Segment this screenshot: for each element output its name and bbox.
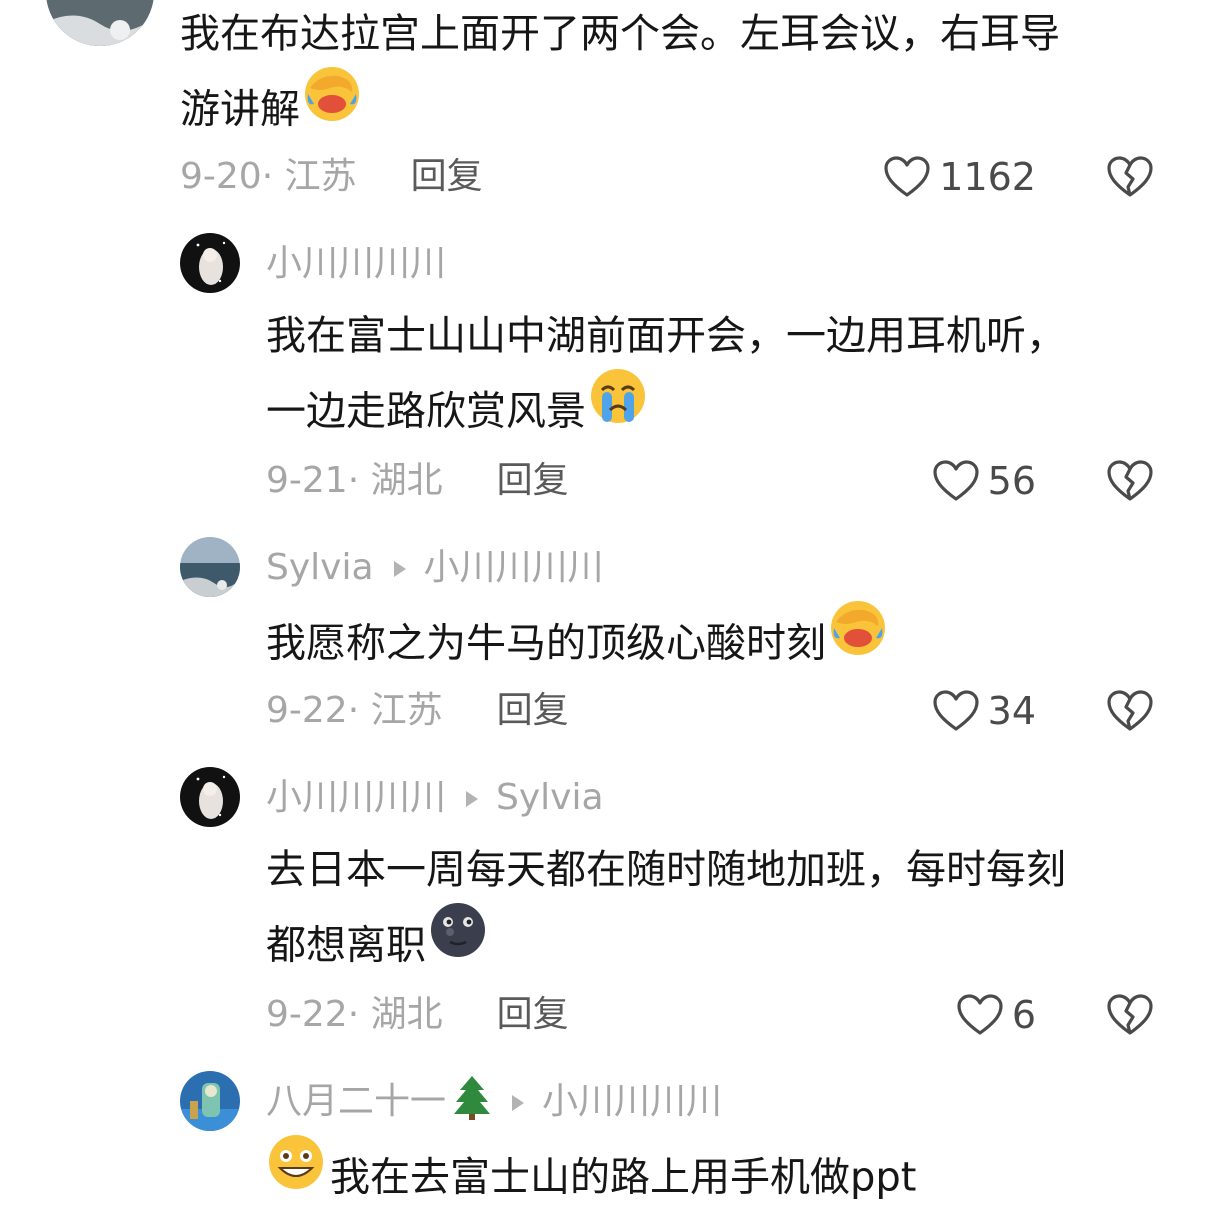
comment-text: 我在布达拉宫上面开了两个会。左耳会议，右耳导 游讲解 (180, 0, 1060, 153)
grinning-face-emoji-icon (266, 1132, 326, 1215)
reply-arrow-icon (464, 776, 480, 820)
comment-meta: 9-22· 江苏 回复 (266, 686, 569, 736)
comment-text-line: 一边走路欣赏风景 (266, 369, 1066, 455)
comment-text-line: 游讲解 (180, 67, 1060, 153)
comment-text: 我在去富士山的路上用手机做ppt (266, 1135, 916, 1221)
reply-button[interactable]: 回复 (497, 994, 569, 1035)
heart-icon (933, 460, 979, 501)
comment-text-line: 我在富士山山中湖前面开会，一边用耳机听， (266, 313, 1066, 359)
crying-emoji-icon (588, 366, 648, 449)
comment-text: 我在富士山山中湖前面开会，一边用耳机听， 一边走路欣赏风景 (266, 300, 1066, 455)
facepalm-laugh-emoji-icon (302, 64, 362, 147)
comment-meta: 9-20· 江苏 回复 (180, 152, 483, 202)
reply-arrow-icon (392, 546, 408, 590)
username[interactable]: 八月二十一 小川川川川 (266, 1075, 723, 1124)
username[interactable]: 小川川川川 (266, 242, 446, 286)
dislike-button[interactable] (1106, 456, 1154, 506)
dislike-button[interactable] (1106, 990, 1154, 1040)
broken-heart-icon (1107, 460, 1153, 501)
avatar[interactable] (180, 1071, 240, 1131)
heart-icon (933, 690, 979, 731)
evergreen-tree-icon (452, 1074, 492, 1131)
comment-text-line: 我在布达拉宫上面开了两个会。左耳会议，右耳导 (180, 11, 1060, 57)
like-count: 6 (1011, 993, 1036, 1037)
like-count: 34 (987, 689, 1036, 733)
reply-to-username: Sylvia (496, 777, 604, 818)
comment-text: 去日本一周每天都在随时随地加班，每时每刻 都想离职 (266, 834, 1066, 989)
reply-arrow-icon (510, 1080, 526, 1124)
reply-to-username: 小川川川川 (423, 547, 604, 588)
facepalm-laugh-emoji-icon (828, 598, 888, 681)
username-text: Sylvia (266, 547, 374, 588)
comment-text-line: 去日本一周每天都在随时随地加班，每时每刻 (266, 847, 1066, 893)
avatar[interactable] (180, 537, 240, 597)
broken-heart-icon (1107, 156, 1153, 197)
date-location: 9-22· 江苏 (266, 690, 443, 731)
username-text: 小川川川川 (266, 777, 447, 818)
avatar[interactable] (180, 767, 240, 827)
broken-heart-icon (1107, 994, 1153, 1035)
like-button[interactable]: 6 (956, 990, 1036, 1040)
reply-button[interactable]: 回复 (411, 156, 483, 197)
comment-text: 我愿称之为牛马的顶级心酸时刻 (266, 601, 888, 687)
avatar[interactable] (180, 233, 240, 293)
avatar[interactable] (46, 0, 154, 46)
date-location: 9-21· 湖北 (266, 460, 443, 501)
reply-button[interactable]: 回复 (497, 690, 569, 731)
username[interactable]: Sylvia 小川川川川 (266, 546, 604, 590)
heart-icon (957, 994, 1003, 1035)
like-count: 56 (987, 459, 1036, 503)
username-text: 八月二十一 (266, 1081, 447, 1122)
like-button[interactable]: 56 (932, 456, 1036, 506)
comment-meta: 9-22· 湖北 回复 (266, 990, 569, 1040)
comment-text-line: 都想离职 (266, 903, 1066, 989)
like-count: 1162 (939, 155, 1036, 199)
dislike-button[interactable] (1106, 152, 1154, 202)
date-location: 9-20· 江苏 (180, 156, 357, 197)
new-moon-face-emoji-icon (428, 900, 488, 983)
broken-heart-icon (1107, 690, 1153, 731)
comment-meta: 9-21· 湖北 回复 (266, 456, 569, 506)
comment-text-line: 我愿称之为牛马的顶级心酸时刻 (266, 601, 888, 687)
date-location: 9-22· 湖北 (266, 994, 443, 1035)
dislike-button[interactable] (1106, 686, 1154, 736)
like-button[interactable]: 34 (932, 686, 1036, 736)
username[interactable]: 小川川川川 Sylvia (266, 776, 604, 820)
comment-text-line: 我在去富士山的路上用手机做ppt (266, 1135, 916, 1221)
reply-button[interactable]: 回复 (497, 460, 569, 501)
username-text: 小川川川川 (266, 243, 447, 284)
reply-to-username: 小川川川川 (542, 1081, 723, 1122)
like-button[interactable]: 1162 (883, 152, 1036, 202)
heart-icon (884, 156, 930, 197)
